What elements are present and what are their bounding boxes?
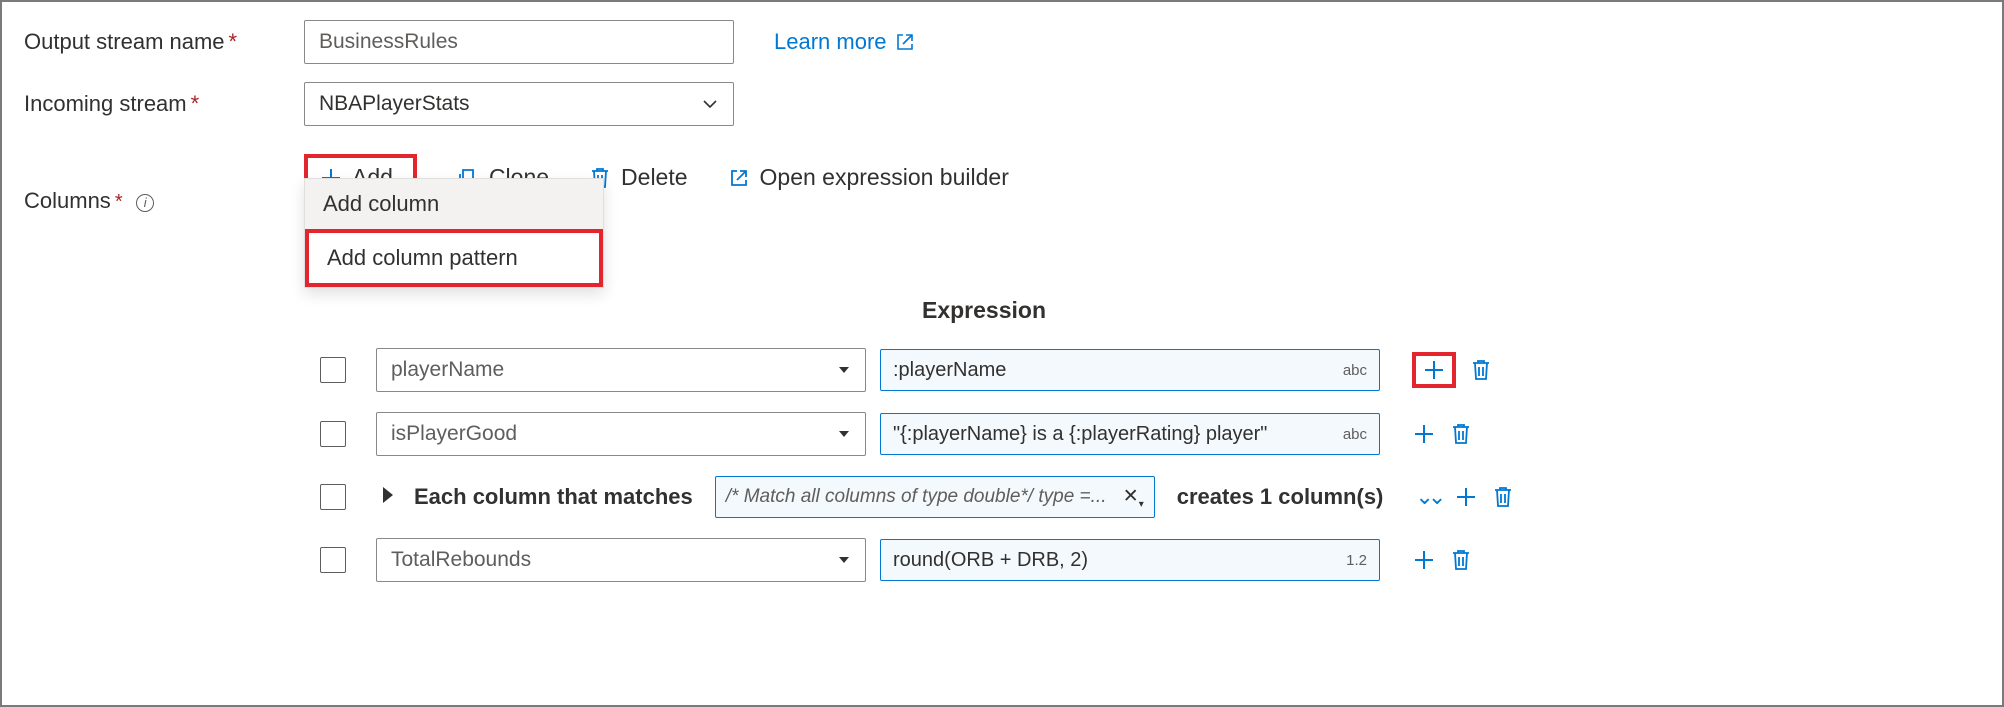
column-name-select[interactable]: isPlayerGood [376, 412, 866, 456]
output-stream-row: Output stream name* Learn more [24, 20, 1980, 64]
column-name-select[interactable]: TotalRebounds [376, 538, 866, 582]
expression-input[interactable]: "{:playerName} is a {:playerRating} play… [880, 413, 1380, 455]
delete-row-button[interactable] [1470, 358, 1492, 382]
column-row: TotalRebounds round(ORB + DRB, 2) 1.2 [304, 528, 1564, 592]
row-checkbox[interactable] [320, 421, 346, 447]
triangle-right-icon [383, 487, 393, 503]
row-checkbox[interactable] [320, 357, 346, 383]
pattern-prefix-label: Each column that matches [414, 484, 693, 510]
type-badge: abc [1343, 426, 1367, 443]
columns-label-area: Columns* i [24, 188, 154, 214]
external-link-icon [895, 32, 915, 52]
add-row-button[interactable] [1412, 352, 1456, 388]
output-stream-label-text: Output stream name [24, 29, 225, 54]
type-badge: 1.2 [1346, 552, 1367, 569]
incoming-stream-select[interactable]: NBAPlayerStats [304, 82, 734, 126]
column-name-select[interactable]: playerName [376, 348, 866, 392]
delete-row-button[interactable] [1492, 485, 1514, 509]
external-link-icon [728, 167, 750, 189]
add-column-pattern-menu-item[interactable]: Add column pattern [305, 229, 603, 287]
info-icon[interactable]: i [136, 194, 154, 212]
column-row: playerName :playerName abc [304, 338, 1564, 402]
row-actions: ⌄⌄ [1415, 484, 1514, 510]
add-column-menu-item[interactable]: Add column [305, 179, 603, 229]
chevron-double-down-icon[interactable]: ⌄⌄ [1415, 484, 1440, 510]
add-row-button[interactable] [1454, 485, 1478, 509]
required-asterisk: * [115, 191, 123, 213]
required-asterisk: * [229, 29, 238, 54]
column-name-value: isPlayerGood [391, 422, 517, 446]
add-dropdown: Add column Add column pattern [304, 178, 604, 288]
expression-text: :playerName [893, 359, 1006, 382]
incoming-stream-label-text: Incoming stream [24, 91, 187, 116]
type-badge: abc [1343, 362, 1367, 379]
required-asterisk: * [191, 91, 200, 116]
learn-more-link[interactable]: Learn more [774, 29, 915, 55]
add-row-button[interactable] [1412, 548, 1436, 572]
output-stream-input[interactable] [304, 20, 734, 64]
column-name-value: playerName [391, 358, 504, 382]
expression-input[interactable]: :playerName abc [880, 349, 1380, 391]
incoming-stream-label: Incoming stream* [24, 91, 304, 117]
column-pattern-row: Each column that matches /* Match all co… [304, 466, 1564, 528]
caret-down-icon [837, 553, 851, 567]
columns-header: Expression [304, 297, 1564, 324]
learn-more-text: Learn more [774, 29, 887, 55]
row-checkbox[interactable] [320, 547, 346, 573]
open-expression-builder-button[interactable]: Open expression builder [728, 164, 1009, 191]
caret-down-icon [837, 427, 851, 441]
row-actions [1412, 548, 1472, 572]
column-row: isPlayerGood "{:playerName} is a {:playe… [304, 402, 1564, 466]
delete-row-button[interactable] [1450, 422, 1472, 446]
delete-row-button[interactable] [1450, 548, 1472, 572]
pattern-expression-text: /* Match all columns of type double*/ ty… [726, 486, 1107, 508]
incoming-stream-row: Incoming stream* NBAPlayerStats [24, 82, 1980, 126]
delete-button-label: Delete [621, 164, 687, 191]
expression-text: round(ORB + DRB, 2) [893, 549, 1088, 572]
incoming-stream-value: NBAPlayerStats [319, 92, 470, 116]
pattern-suffix-label: creates 1 column(s) [1177, 484, 1384, 510]
expression-input[interactable]: round(ORB + DRB, 2) 1.2 [880, 539, 1380, 581]
expression-text: "{:playerName} is a {:playerRating} play… [893, 423, 1267, 446]
add-row-button[interactable] [1412, 422, 1436, 446]
open-builder-label: Open expression builder [760, 164, 1009, 191]
column-name-value: TotalRebounds [391, 548, 531, 572]
chevron-down-icon [701, 95, 719, 113]
expand-toggle[interactable] [376, 486, 400, 509]
row-actions [1412, 422, 1472, 446]
row-checkbox[interactable] [320, 484, 346, 510]
columns-grid: Expression playerName :playerName abc [304, 297, 1564, 592]
caret-down-icon [837, 363, 851, 377]
row-actions [1412, 352, 1492, 388]
expression-header-label: Expression [922, 297, 1046, 324]
pattern-expression-input[interactable]: /* Match all columns of type double*/ ty… [715, 476, 1155, 518]
columns-label: Columns [24, 188, 111, 213]
output-stream-label: Output stream name* [24, 29, 304, 55]
clear-icon[interactable]: ✕▾ [1123, 485, 1144, 510]
settings-panel: Output stream name* Learn more Incoming … [0, 0, 2004, 707]
